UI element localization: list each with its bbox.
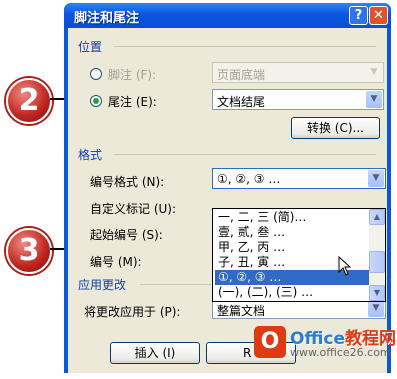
convert-button[interactable]: 转换 (C)... bbox=[291, 117, 380, 139]
mouse-cursor-icon bbox=[338, 256, 352, 276]
footnote-label: 脚注 (F): bbox=[108, 68, 157, 82]
apply-to-value: 整篇文档 bbox=[217, 304, 266, 318]
scroll-down-icon[interactable]: ▼ bbox=[369, 285, 385, 301]
chevron-down-icon: ▼ bbox=[368, 300, 384, 317]
location-separator bbox=[114, 46, 376, 47]
step-2-callout: 2 bbox=[6, 78, 52, 124]
title-bar[interactable]: 脚注和尾注 ? ✕ bbox=[64, 3, 391, 28]
site-watermark: O Office教程网 www.office26.com bbox=[250, 320, 396, 370]
endnote-position-select[interactable]: 文档结尾 ▼ bbox=[212, 89, 384, 110]
dropdown-option[interactable]: (一), (二), (三) … bbox=[215, 285, 370, 300]
location-section-label: 位置 bbox=[78, 40, 103, 54]
chevron-down-icon: ▼ bbox=[366, 64, 382, 81]
footnote-radio[interactable] bbox=[90, 68, 102, 80]
dropdown-option[interactable]: 一, 二, 三 (简)… bbox=[215, 210, 370, 225]
scroll-up-icon[interactable]: ▲ bbox=[369, 209, 385, 225]
dropdown-scrollbar[interactable]: ▲ ▼ bbox=[369, 209, 385, 301]
dropdown-option[interactable]: 壹, 贰, 叁 … bbox=[215, 225, 370, 240]
insert-button[interactable]: 插入 (I) bbox=[110, 342, 200, 364]
number-format-label: 编号格式 (N): bbox=[90, 175, 165, 189]
custom-mark-label: 自定义标记 (U): bbox=[90, 202, 177, 216]
help-button[interactable]: ? bbox=[349, 6, 368, 25]
apply-section-label: 应用更改 bbox=[78, 278, 127, 292]
number-format-value: ①, ②, ③ … bbox=[217, 172, 281, 186]
numbering-label: 编号 (M): bbox=[90, 255, 142, 269]
chevron-down-icon: ▼ bbox=[368, 170, 384, 187]
start-at-label: 起始编号 (S): bbox=[90, 228, 163, 242]
format-section-label: 格式 bbox=[78, 148, 103, 162]
footnote-position-value: 页面底端 bbox=[217, 68, 266, 82]
scroll-thumb[interactable] bbox=[369, 251, 385, 273]
endnote-label: 尾注 (E): bbox=[108, 95, 157, 109]
watermark-url: www.office26.com bbox=[290, 346, 391, 359]
close-button[interactable]: ✕ bbox=[369, 6, 388, 25]
dialog-title: 脚注和尾注 bbox=[74, 11, 140, 26]
footnote-position-select[interactable]: 页面底端 ▼ bbox=[212, 62, 384, 83]
endnote-position-value: 文档结尾 bbox=[217, 95, 266, 109]
endnote-radio[interactable] bbox=[90, 95, 102, 107]
apply-to-label: 将更改应用于 (P): bbox=[84, 305, 181, 319]
number-format-select[interactable]: ①, ②, ③ … ▼ bbox=[212, 168, 386, 189]
footnote-endnote-dialog: 脚注和尾注 ? ✕ 位置 脚注 (F): 页面底端 ▼ 尾注 (E): 文档结尾… bbox=[64, 3, 391, 373]
number-format-dropdown-list[interactable]: 一, 二, 三 (简)… 壹, 贰, 叁 … 甲, 乙, 丙 … 子, 丑, 寅… bbox=[212, 208, 386, 302]
chevron-down-icon: ▼ bbox=[366, 91, 382, 108]
format-separator bbox=[114, 154, 376, 155]
radio-selected-dot bbox=[93, 98, 99, 104]
office-logo-icon: O bbox=[254, 326, 286, 358]
step-3-callout: 3 bbox=[6, 228, 52, 274]
dropdown-option[interactable]: 甲, 乙, 丙 … bbox=[215, 240, 370, 255]
